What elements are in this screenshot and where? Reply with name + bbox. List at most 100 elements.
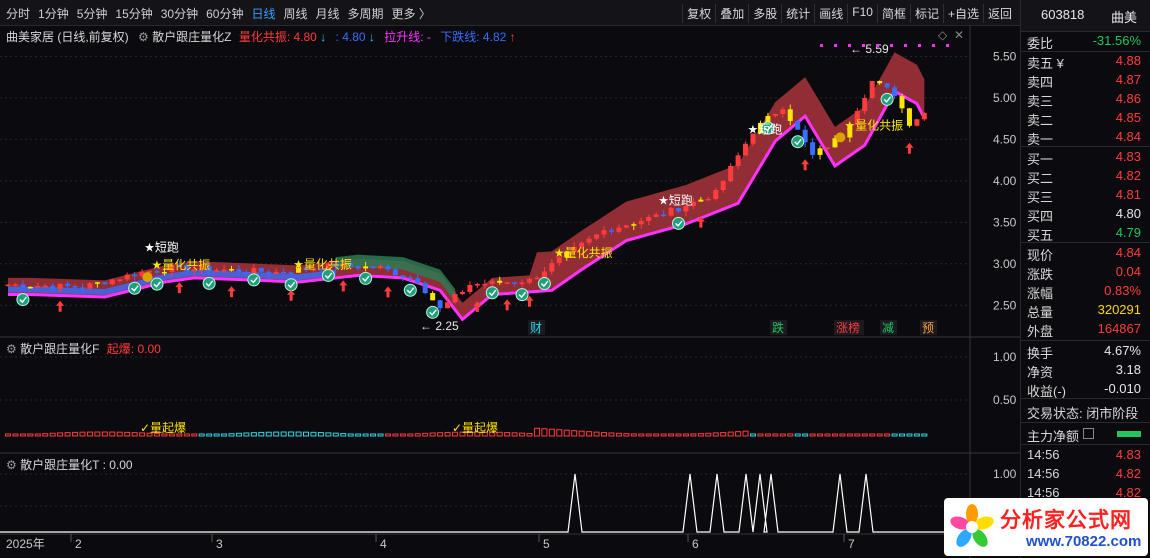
tab-period-1min[interactable]: 1分钟 <box>38 5 69 22</box>
drop-line-value: 下跌线: 4.82 <box>440 30 507 44</box>
add-watchlist-button[interactable]: +自选 <box>942 4 983 23</box>
ask-label: 卖二 <box>1027 113 1054 128</box>
stat-row[interactable]: 总量 320291 <box>1021 301 1150 320</box>
stat-row[interactable]: 现价 4.84 <box>1021 244 1150 263</box>
histogram-bar <box>720 432 727 437</box>
indicator-name[interactable]: 散户跟庄量化Z <box>152 30 231 44</box>
tab-period-daily[interactable]: 日线 <box>251 5 275 22</box>
bid-row[interactable]: 买五 4.79 <box>1021 224 1150 243</box>
stat2-row[interactable]: 收益(-) -0.010 <box>1021 380 1150 399</box>
stat-row[interactable]: 涨跌 0.04 <box>1021 263 1150 282</box>
candle-body <box>12 284 18 286</box>
ask-row[interactable]: 卖五 ¥ 4.88 <box>1021 52 1150 71</box>
histogram-bar <box>839 433 846 437</box>
histogram-bar <box>779 433 786 437</box>
kline-chart-svg[interactable]: ★短跑 ★量化共振 ★量化共振 ★量化共振 ★短跑 ★短跑 ★量化共振 ← 5.59 ← 2.2… <box>0 26 1020 558</box>
candle-body <box>728 165 734 182</box>
histogram-bar <box>899 433 905 437</box>
close-icon[interactable]: ✕ <box>954 28 964 42</box>
bid-row[interactable]: 买一 4.83 <box>1021 148 1150 167</box>
main-panel-title: 曲美家居 (日线,前复权) ⚙ 散户跟庄量化Z 量化共振: 4.80 ↓ : 4… <box>6 28 516 45</box>
x-axis-label: 3 <box>216 537 223 551</box>
histogram-bar <box>288 431 295 437</box>
chart-area[interactable]: ★短跑 ★量化共振 ★量化共振 ★量化共振 ★短跑 ★短跑 ★量化共振 ← 5.59 ← 2.2… <box>0 26 1020 558</box>
y-tick-label: 1.00 <box>993 467 1017 481</box>
candle-body <box>35 285 41 288</box>
back-button[interactable]: 返回 <box>982 4 1016 23</box>
signal-annotation: ★量化共振 <box>554 246 613 260</box>
candle-body <box>161 271 167 274</box>
candle-body <box>586 238 592 243</box>
stat2-row[interactable]: 换手 4.67% <box>1021 342 1150 361</box>
settings-icon[interactable]: ⚙ <box>138 30 149 44</box>
histogram-bar <box>5 433 11 437</box>
tab-period-weekly[interactable]: 周线 <box>283 5 307 22</box>
bid-row[interactable]: 买二 4.82 <box>1021 167 1150 186</box>
histogram-bar <box>653 433 660 437</box>
f10-button[interactable]: F10 <box>847 4 877 23</box>
settings-icon[interactable]: ⚙ <box>6 458 17 472</box>
pull-line-value: 拉升线: - <box>384 30 431 44</box>
tab-period-60min[interactable]: 60分钟 <box>206 5 243 22</box>
indicator-t-name[interactable]: 散户跟庄量化T <box>20 458 99 472</box>
top-marker-dot <box>946 44 949 47</box>
tab-period-30min[interactable]: 30分钟 <box>161 5 198 22</box>
histogram-bar <box>519 432 526 437</box>
histogram-bar <box>615 432 622 437</box>
tick-row[interactable]: 14:56 4.83 <box>1021 446 1150 464</box>
y-tick-label: 2.50 <box>993 298 1017 312</box>
stat-row[interactable]: 外盘 164867 <box>1021 320 1150 339</box>
up-arrow-icon <box>227 286 236 298</box>
mark-button[interactable]: 标记 <box>909 4 943 23</box>
histogram-bar <box>27 433 34 437</box>
candle-body <box>266 271 272 274</box>
ask-row[interactable]: 卖二 4.85 <box>1021 109 1150 128</box>
bid-value: 4.82 <box>1115 168 1141 183</box>
stat-row[interactable]: 涨幅 0.83% <box>1021 282 1150 301</box>
up-arrow-icon <box>383 286 392 298</box>
overlay-button[interactable]: 叠加 <box>715 4 748 23</box>
histogram-bar <box>869 433 876 437</box>
candle-body <box>392 269 398 276</box>
tab-period-multi[interactable]: 多周期 <box>348 5 384 22</box>
tab-period-5min[interactable]: 5分钟 <box>77 5 108 22</box>
histogram-bar <box>548 428 555 437</box>
tab-period-15min[interactable]: 15分钟 <box>115 5 152 22</box>
signal-badge-icon <box>284 278 298 292</box>
tab-period-fenshi[interactable]: 分时 <box>6 5 30 22</box>
tab-period-more[interactable]: 更多 〉 <box>392 5 431 22</box>
histogram-bar <box>116 431 123 437</box>
histogram-bar <box>757 433 764 437</box>
ask-row[interactable]: 卖一 4.84 <box>1021 128 1150 147</box>
histogram-bar <box>444 431 451 437</box>
y-tick-label: 3.00 <box>993 257 1017 271</box>
fuquan-button[interactable]: 复权 <box>682 4 715 23</box>
ask-row[interactable]: 卖四 4.87 <box>1021 71 1150 90</box>
bid-row[interactable]: 买四 4.80 <box>1021 205 1150 224</box>
signal-annotation: ★短跑 <box>748 123 783 137</box>
statistics-button[interactable]: 统计 <box>781 4 814 23</box>
multi-stock-button[interactable]: 多股 <box>748 4 781 23</box>
histogram-bar <box>64 432 71 437</box>
histogram-bar <box>317 432 324 437</box>
simple-frame-button[interactable]: 简框 <box>876 4 910 23</box>
tab-period-monthly[interactable]: 月线 <box>316 5 340 22</box>
burst-mark-label: ✓量起爆 <box>452 421 498 435</box>
x-axis-label: 5 <box>543 537 550 551</box>
diamond-icon[interactable]: ◇ <box>938 28 947 42</box>
indicator-f-name[interactable]: 散户跟庄量化F <box>20 342 99 356</box>
candle-body <box>653 214 659 217</box>
tick-row[interactable]: 14:56 4.82 <box>1021 465 1150 483</box>
candle-body <box>117 279 123 281</box>
list-icon[interactable] <box>1083 428 1094 439</box>
draw-line-button[interactable]: 画线 <box>814 4 847 23</box>
bid-row[interactable]: 买三 4.81 <box>1021 186 1150 205</box>
settings-icon[interactable]: ⚙ <box>6 342 17 356</box>
indicator-t-value: : 0.00 <box>102 458 133 472</box>
main-flow-row[interactable]: 主力净额 <box>1021 425 1150 444</box>
histogram-bar <box>49 432 56 437</box>
stat2-row[interactable]: 净资 3.18 <box>1021 361 1150 380</box>
ask-row[interactable]: 卖三 4.86 <box>1021 90 1150 109</box>
stat-label: 总量 <box>1027 305 1054 320</box>
candle-body <box>497 280 503 283</box>
